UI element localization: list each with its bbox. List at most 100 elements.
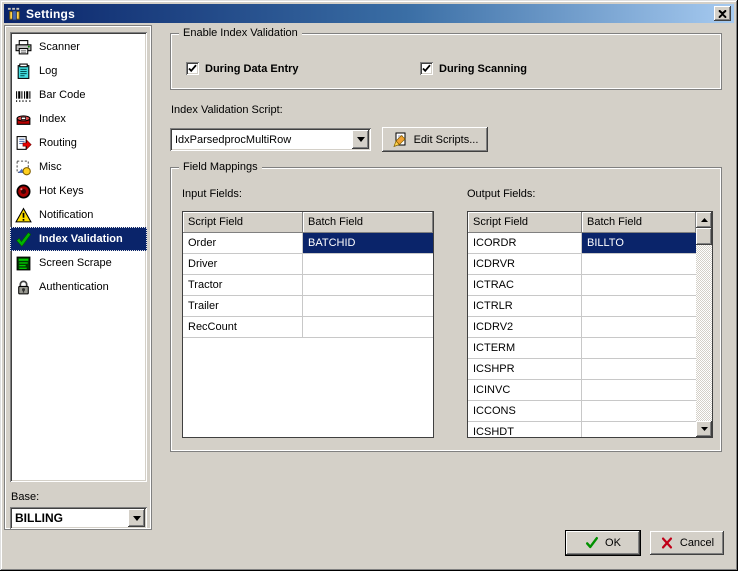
checkbox-box[interactable] [186, 62, 199, 75]
edit-scripts-button[interactable]: Edit Scripts... [382, 127, 488, 152]
sidebar-item-screen-scrape[interactable]: Screen Scrape [10, 251, 147, 275]
table-cell[interactable] [582, 338, 696, 359]
table-row[interactable]: ICSHPR [468, 359, 712, 380]
checkbox-box[interactable] [420, 62, 433, 75]
table-cell[interactable] [303, 317, 433, 338]
printer-icon [15, 39, 32, 56]
table-cell[interactable] [303, 296, 433, 317]
table-cell[interactable]: ICSHDT [468, 422, 582, 437]
close-button[interactable] [714, 6, 731, 21]
edit-scripts-icon [393, 132, 406, 147]
sidebar-item-scanner[interactable]: Scanner [10, 35, 147, 59]
sidebar-item-label: Log [39, 65, 58, 77]
screen-icon [15, 255, 32, 272]
table-row[interactable]: ICTRAC [468, 275, 712, 296]
sidebar-item-bar-code[interactable]: Bar Code [10, 83, 147, 107]
table-row[interactable]: ICCONS [468, 401, 712, 422]
table-cell[interactable]: RecCount [183, 317, 303, 338]
sidebar-item-misc[interactable]: Misc [10, 155, 147, 179]
table-row[interactable]: ICDRV2 [468, 317, 712, 338]
table-header-row: Script Field Batch Field [468, 212, 712, 233]
table-header-row: Script Field Batch Field [183, 212, 433, 233]
table-cell[interactable]: Driver [183, 254, 303, 275]
column-header[interactable]: Batch Field [582, 212, 696, 233]
table-cell[interactable]: ICDRVR [468, 254, 582, 275]
checkmark-icon [188, 64, 197, 73]
checkbox-during-scanning[interactable]: During Scanning [420, 62, 527, 75]
sidebar-item-label: Routing [39, 137, 77, 149]
table-cell[interactable] [303, 275, 433, 296]
scrollbar-thumb[interactable] [696, 228, 712, 245]
table-cell[interactable]: Trailer [183, 296, 303, 317]
scroll-up-button[interactable] [696, 212, 712, 228]
table-cell[interactable] [582, 296, 696, 317]
table-row[interactable]: ICTRLR [468, 296, 712, 317]
table-row[interactable]: RecCount [183, 317, 433, 338]
table-cell[interactable]: BATCHID [303, 233, 433, 254]
table-cell[interactable] [582, 380, 696, 401]
table-row[interactable]: Driver [183, 254, 433, 275]
table-row[interactable]: ICDRVR [468, 254, 712, 275]
table-row[interactable]: ICORDR BILLTO [468, 233, 712, 254]
sidebar-item-label: Screen Scrape [39, 257, 112, 269]
table-cell[interactable]: ICTERM [468, 338, 582, 359]
sidebar-item-index-validation[interactable]: Index Validation [10, 227, 147, 251]
table-cell[interactable]: ICORDR [468, 233, 582, 254]
table-cell[interactable]: ICSHPR [468, 359, 582, 380]
script-combobox-value: IdxParsedprocMultiRow [175, 133, 292, 146]
settings-category-list: Scanner Log Bar Code Index Routing Misc Hot Ke… [10, 32, 147, 482]
column-header[interactable]: Script Field [183, 212, 303, 233]
table-cell[interactable] [303, 254, 433, 275]
table-cell[interactable] [582, 359, 696, 380]
table-row[interactable]: ICINVC [468, 380, 712, 401]
table-cell[interactable]: ICDRV2 [468, 317, 582, 338]
table-cell[interactable]: BILLTO [582, 233, 696, 254]
log-icon [15, 63, 32, 80]
sidebar-item-routing[interactable]: Routing [10, 131, 147, 155]
table-cell[interactable]: ICCONS [468, 401, 582, 422]
checkmark-icon [422, 64, 431, 73]
base-combobox[interactable]: BILLING [10, 507, 147, 529]
base-dropdown-button[interactable] [128, 509, 145, 527]
table-cell[interactable]: ICTRAC [468, 275, 582, 296]
cancel-button[interactable]: Cancel [650, 531, 724, 555]
window-title: Settings [26, 6, 75, 21]
output-fields-label: Output Fields: [467, 188, 536, 200]
output-table-scrollbar[interactable] [696, 212, 712, 437]
sidebar-item-authentication[interactable]: Authentication [10, 275, 147, 299]
ok-button[interactable]: OK [565, 530, 641, 556]
titlebar[interactable]: Settings [4, 4, 734, 23]
sidebar-item-index[interactable]: Index [10, 107, 147, 131]
sidebar-item-hot-keys[interactable]: Hot Keys [10, 179, 147, 203]
table-row[interactable]: ICSHDT [468, 422, 712, 437]
sidebar-item-label: Authentication [39, 281, 109, 293]
input-fields-table[interactable]: Script Field Batch Field Order BATCHID Drive… [182, 211, 434, 438]
sidebar-item-notification[interactable]: Notification [10, 203, 147, 227]
table-row[interactable]: Tractor [183, 275, 433, 296]
table-cell[interactable] [582, 254, 696, 275]
table-cell[interactable] [582, 422, 696, 437]
table-cell[interactable]: Order [183, 233, 303, 254]
checkbox-during-data-entry[interactable]: During Data Entry [186, 62, 346, 75]
output-fields-table[interactable]: Script Field Batch Field ICORDR BILLTO ICDRV… [467, 211, 713, 438]
script-combobox[interactable]: IdxParsedprocMultiRow [170, 128, 371, 151]
scroll-down-button[interactable] [696, 421, 712, 437]
table-cell[interactable] [582, 401, 696, 422]
input-fields-label: Input Fields: [182, 188, 242, 200]
barcode-icon [15, 87, 32, 104]
field-mappings-group: Field Mappings Input Fields: Output Fiel… [170, 160, 722, 452]
table-cell[interactable]: ICINVC [468, 380, 582, 401]
table-cell[interactable] [582, 317, 696, 338]
column-header[interactable]: Batch Field [303, 212, 433, 233]
script-dropdown-button[interactable] [352, 130, 369, 149]
table-row[interactable]: Order BATCHID [183, 233, 433, 254]
index-icon [15, 111, 32, 128]
sidebar-item-log[interactable]: Log [10, 59, 147, 83]
table-row[interactable]: Trailer [183, 296, 433, 317]
table-cell[interactable]: ICTRLR [468, 296, 582, 317]
table-cell[interactable]: Tractor [183, 275, 303, 296]
table-row[interactable]: ICTERM [468, 338, 712, 359]
table-cell[interactable] [582, 275, 696, 296]
sidebar-item-label: Scanner [39, 41, 80, 53]
column-header[interactable]: Script Field [468, 212, 582, 233]
